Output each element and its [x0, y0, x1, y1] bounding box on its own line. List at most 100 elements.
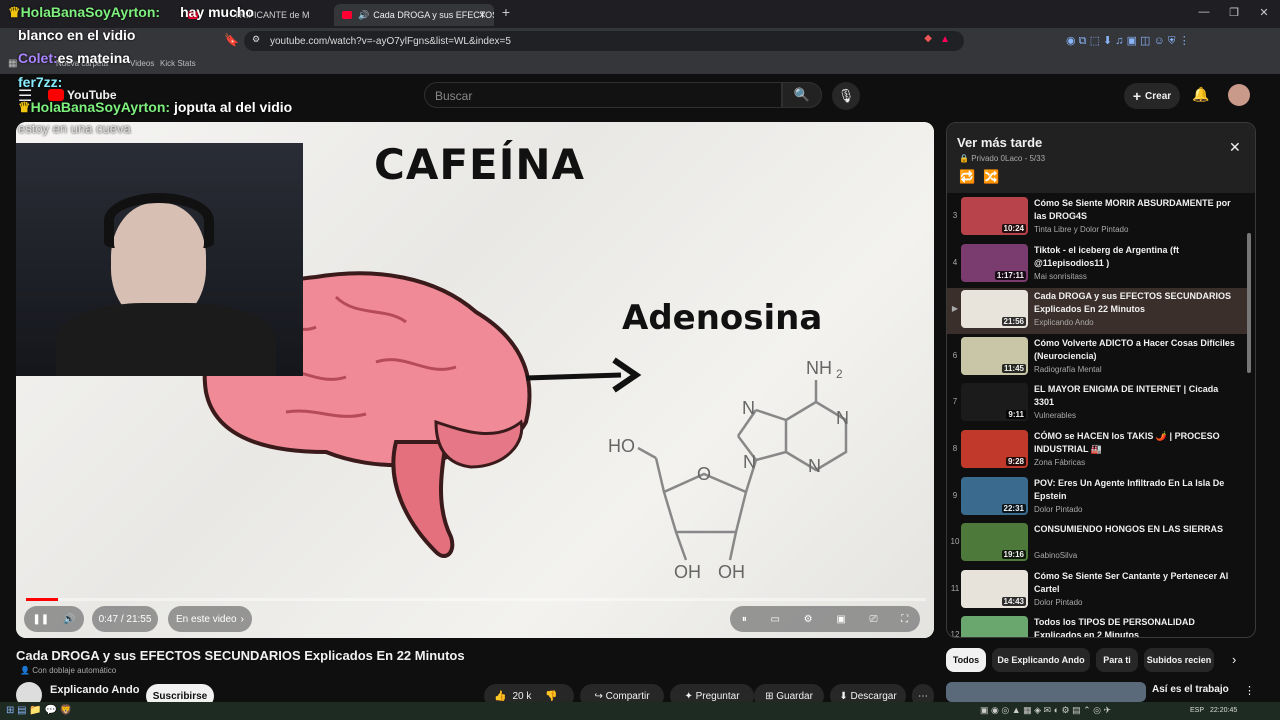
playlist-item-title[interactable]: Cómo Volverte ADICTO a Hacer Cosas Difíc…: [1034, 337, 1240, 363]
playlist-item-index: 9: [952, 490, 958, 500]
playlist-item[interactable]: 11 14:43 Cómo Se Siente Ser Cantante y Per…: [947, 568, 1247, 614]
create-button[interactable]: + Crear: [1124, 83, 1180, 109]
playlist-item-duration: 22:31: [1001, 503, 1026, 513]
playlist-item-title[interactable]: Cada DROGA y sus EFECTOS SECUNDARIOS Exp…: [1034, 290, 1240, 316]
extensions-toolbar[interactable]: ◉ ⧉ ⬚ ⬇ ♫ ▣ ◫ ☺ ⛨ ⋮: [1066, 34, 1190, 48]
playlist-item-channel[interactable]: Radiografía Mental: [1034, 365, 1102, 374]
playlist-item-channel[interactable]: Mai sonrisitass: [1034, 272, 1087, 281]
playlist-item-thumbnail[interactable]: 9:28: [961, 430, 1028, 468]
playlist-item-thumbnail[interactable]: 14:43: [961, 569, 1028, 608]
playlist-item[interactable]: 4 1:17:11 Tiktok - el iceberg de Argentina…: [947, 242, 1247, 288]
close-playlist-icon[interactable]: ✕: [1229, 139, 1241, 156]
playlist-item-channel[interactable]: Explicando Ando: [1034, 318, 1094, 327]
recommended-more-icon[interactable]: ⋮: [1244, 684, 1255, 697]
progress-bar[interactable]: [26, 598, 926, 601]
language-indicator[interactable]: ESP: [1190, 707, 1204, 714]
chip-for-you[interactable]: Para ti: [1096, 648, 1138, 672]
playlist-meta: 🔒 Privado 0Laco - 5/33: [959, 154, 1046, 163]
shield-icon[interactable]: ◆: [924, 33, 932, 44]
bookmark-kick-stats[interactable]: Kick Stats: [160, 59, 196, 68]
playlist-item-channel[interactable]: Dolor Pintado: [1034, 598, 1082, 607]
loop-icon[interactable]: 🔁: [959, 169, 975, 185]
playlist-item-thumbnail[interactable]: [961, 616, 1028, 637]
like-count[interactable]: 20 k: [512, 691, 531, 702]
playlist-item[interactable]: 10 19:16 CONSUMIENDO HONGOS EN LAS SIERRAS…: [947, 521, 1247, 567]
playlist-item-title[interactable]: Tiktok - el iceberg de Argentina (ft @11…: [1034, 244, 1240, 270]
chip-channel[interactable]: De Explicando Ando: [992, 648, 1090, 672]
avatar[interactable]: [1228, 84, 1250, 106]
like-icon[interactable]: 👍: [494, 691, 506, 702]
playlist-item-channel[interactable]: Zona Fábricas: [1034, 458, 1085, 467]
playlist-item-thumbnail[interactable]: 9:11: [961, 383, 1028, 422]
time-display: 0:47 / 21:55: [92, 606, 158, 632]
playlist-item-thumbnail[interactable]: 21:56: [961, 290, 1028, 329]
miniplayer-icon[interactable]: ▣: [836, 614, 845, 625]
playlist-item-thumbnail[interactable]: 1:17:11: [961, 243, 1028, 282]
playlist-item-title[interactable]: Todos los TIPOS DE PERSONALIDAD Explicad…: [1034, 616, 1240, 637]
volume-icon[interactable]: 🔊: [63, 614, 75, 625]
playlist-title[interactable]: Ver más tarde: [957, 135, 1042, 150]
subtitles-icon[interactable]: ▭: [771, 614, 780, 625]
playlist-item[interactable]: 9 22:31 POV: Eres Un Agente Infiltrado En …: [947, 475, 1247, 521]
tray-icons[interactable]: ▣ ◉ ◎ ▲ ▦ ◈ ✉ ◐ ⚙ ▤ ⌃ ◎ ✈: [980, 705, 1111, 716]
playlist-item-title[interactable]: EL MAYOR ENIGMA DE INTERNET | Cicada 330…: [1034, 383, 1240, 409]
pause-icon[interactable]: ❚❚: [32, 614, 49, 625]
playlist-item-channel[interactable]: GabinoSilva: [1034, 551, 1077, 560]
playlist-item-thumbnail[interactable]: 22:31: [961, 476, 1028, 515]
playlist-item-index: 12: [950, 630, 960, 638]
new-tab-button[interactable]: +: [496, 4, 516, 20]
playlist-item-thumbnail[interactable]: 10:24: [961, 197, 1028, 235]
taskbar-apps[interactable]: ⊞ ▤ 📁 💬 🦁: [6, 705, 72, 716]
recommended-thumbnail[interactable]: [946, 682, 1146, 702]
playlist-item[interactable]: 12 Todos los TIPOS DE PERSONALIDAD Explic…: [947, 614, 1247, 638]
molecule-label-oh: OH: [718, 562, 745, 582]
playlist-item[interactable]: 6 11:45 Cómo Volverte ADICTO a Hacer Cosas…: [947, 335, 1247, 381]
search-button[interactable]: 🔍: [782, 82, 822, 108]
playlist-item-title[interactable]: POV: Eres Un Agente Infiltrado En La Isl…: [1034, 477, 1240, 503]
bookmark-icon[interactable]: 🔖: [224, 33, 239, 47]
playlist-item-title[interactable]: Cómo Se Siente MORIR ABSURDAMENTE por la…: [1034, 197, 1240, 223]
playlist-item[interactable]: 3 10:24 Cómo Se Siente MORIR ABSURDAMENTE …: [947, 195, 1247, 241]
close-tab-icon[interactable]: ✕: [478, 10, 486, 21]
autoplay-toggle-icon[interactable]: ⏸: [742, 614, 747, 625]
playlist-item-title[interactable]: CÓMO se HACEN los TAKIS 🌶️ | PROCESO IND…: [1034, 430, 1240, 456]
playlist-item-channel[interactable]: Vulnerables: [1034, 411, 1076, 420]
settings-gear-icon[interactable]: ⚙: [804, 614, 813, 625]
playlist-item[interactable]: 8 9:28 CÓMO se HACEN los TAKIS 🌶️ | PROCES…: [947, 428, 1247, 474]
playlist-item[interactable]: 7 9:11 EL MAYOR ENIGMA DE INTERNET | Cicad…: [947, 381, 1247, 427]
extension-icon[interactable]: ▲: [940, 34, 950, 45]
url-field[interactable]: ⚙ youtube.com/watch?v=-ayO7ylFgns&list=W…: [244, 31, 964, 51]
browser-tab-active[interactable]: 🔊 Cada DROGA y sus EFECTOS ✕: [334, 4, 494, 26]
play-volume-pill[interactable]: ❚❚ 🔊: [24, 606, 84, 632]
close-window-icon[interactable]: ✕: [1254, 6, 1274, 19]
molecule-label-n: N: [808, 456, 821, 476]
chevron-right-icon[interactable]: ›: [1232, 652, 1236, 667]
playlist-item[interactable]: ▶ 21:56 Cada DROGA y sus EFECTOS SECUNDARI…: [947, 288, 1247, 335]
playlist-item-title[interactable]: Cómo Se Siente Ser Cantante y Pertenecer…: [1034, 570, 1240, 596]
recommended-title[interactable]: Así es el trabajo: [1152, 684, 1229, 695]
playlist-item-thumbnail[interactable]: 19:16: [961, 523, 1028, 562]
molecule-label-o: O: [697, 464, 711, 484]
shuffle-icon[interactable]: 🔀: [983, 169, 999, 185]
chip-all[interactable]: Todos: [946, 648, 986, 672]
bookmark-videos[interactable]: Videos: [130, 59, 154, 68]
cast-icon[interactable]: ⎚: [869, 614, 877, 625]
search-input[interactable]: Buscar: [424, 82, 782, 108]
apps-icon[interactable]: ▦: [8, 58, 17, 69]
site-info-icon[interactable]: ⚙: [252, 34, 260, 45]
chip-recent[interactable]: Subidos recien: [1144, 648, 1214, 672]
playlist-item-channel[interactable]: Dolor Pintado: [1034, 505, 1082, 514]
voice-search-button[interactable]: 🎙: [832, 82, 860, 110]
playlist-item-thumbnail[interactable]: 11:45: [961, 336, 1028, 375]
dislike-icon[interactable]: 👎: [545, 691, 557, 702]
chapters-button[interactable]: En este video ›: [168, 606, 252, 632]
playlist-item-title[interactable]: CONSUMIENDO HONGOS EN LAS SIERRAS: [1034, 523, 1240, 536]
playlist-scrollbar[interactable]: [1247, 233, 1251, 373]
playlist-item-channel[interactable]: Tinta Libre y Dolor Pintado: [1034, 225, 1128, 234]
channel-name[interactable]: Explicando Ando: [50, 684, 139, 696]
person-icon: 👤: [20, 666, 30, 675]
fullscreen-icon[interactable]: ⛶: [901, 614, 908, 625]
restore-icon[interactable]: ❐: [1224, 6, 1244, 19]
notifications-bell-icon[interactable]: 🔔: [1192, 86, 1209, 103]
minimize-icon[interactable]: —: [1194, 6, 1214, 18]
